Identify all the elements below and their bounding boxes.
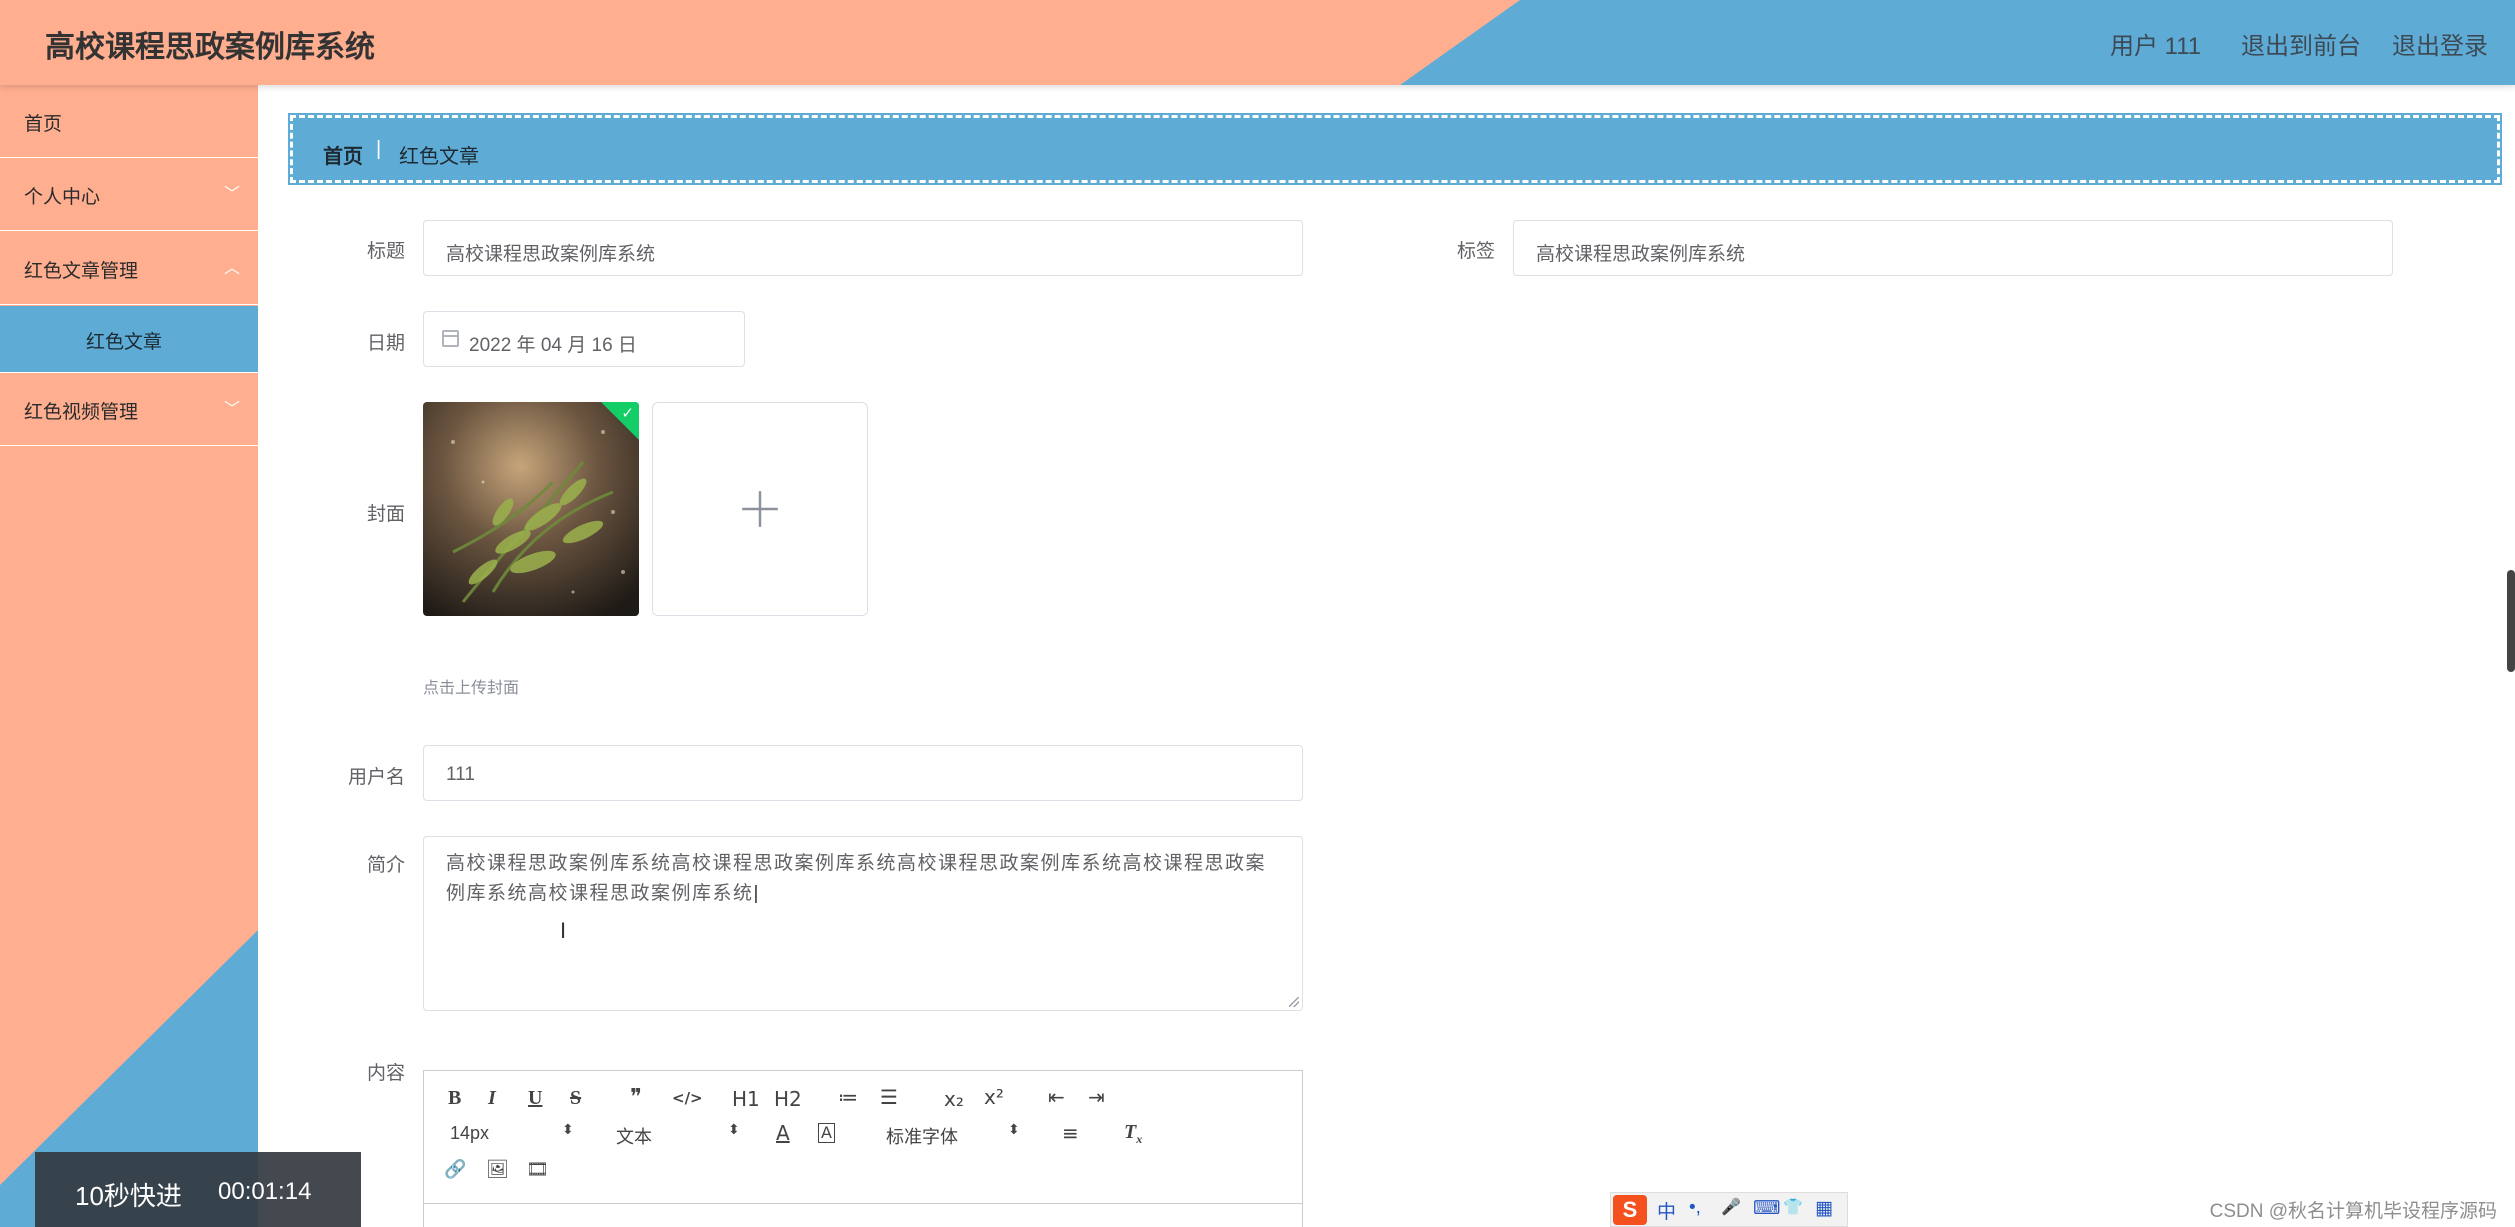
keyboard-icon[interactable]: ⌨	[1753, 1197, 1780, 1220]
apps-icon[interactable]: ▦	[1815, 1197, 1833, 1220]
user-label: 用户 111	[2110, 33, 2202, 60]
microphone-icon[interactable]: 🎤	[1721, 1197, 1741, 1217]
csdn-watermark: CSDN @秋名计算机毕设程序源码	[2209, 1201, 2497, 1222]
italic-icon[interactable]: I	[488, 1087, 496, 1110]
select-arrow-icon: ⬍	[562, 1121, 574, 1137]
skin-icon[interactable]: 👕	[1783, 1197, 1803, 1217]
breadcrumb-current: 红色文章	[399, 146, 479, 168]
sidebar: 首页 个人中心 ﹀ 红色文章管理 ︿ 红色文章 红色视频管理 ﹀	[0, 85, 258, 1227]
align-icon[interactable]: ≡	[1062, 1121, 1079, 1145]
rich-text-editor[interactable]: B I U S ❞ </> H1 H2 ≔ ☰ x₂ x² ⇤ ⇥ 14px ⬍…	[423, 1070, 1303, 1227]
username-input[interactable]: 111	[423, 745, 1303, 801]
breadcrumb-separator: |	[376, 138, 382, 160]
font-size-value: 14px	[450, 1123, 490, 1143]
ime-chinese-mode[interactable]: 中	[1657, 1197, 1676, 1224]
sidebar-item-red-article-mgmt[interactable]: 红色文章管理 ︿	[0, 232, 258, 305]
app-title: 高校课程思政案例库系统	[45, 31, 375, 64]
background-color-icon[interactable]: A	[818, 1123, 835, 1143]
editor-toolbar: B I U S ❞ </> H1 H2 ≔ ☰ x₂ x² ⇤ ⇥ 14px ⬍…	[424, 1071, 1302, 1204]
ime-toolbar: S 中 •, 🎤 ⌨ 👕 ▦	[1610, 1192, 1848, 1227]
h1-icon[interactable]: H1	[732, 1087, 760, 1111]
intro-text: 高校课程思政案例库系统高校课程思政案例库系统高校课程思政案例库系统高校课程思政案…	[446, 853, 1267, 904]
date-value: 2022 年 04 月 16 日	[469, 335, 637, 356]
video-icon[interactable]: 🎞	[526, 1159, 549, 1180]
sidebar-item-label: 红色视频管理	[24, 402, 139, 423]
date-label: 日期	[366, 333, 405, 354]
outdent-icon[interactable]: ⇤	[1048, 1085, 1065, 1109]
playback-time: 00:01:14	[218, 1178, 312, 1205]
plus-icon	[742, 491, 778, 527]
ime-punctuation-icon[interactable]: •,	[1689, 1197, 1701, 1219]
select-arrow-icon: ⬍	[728, 1121, 740, 1137]
sidebar-item-red-article[interactable]: 红色文章	[0, 306, 258, 373]
paragraph-value: 文本	[616, 1127, 652, 1147]
cover-thumbnail[interactable]: ✓	[423, 402, 639, 616]
tag-label: 标签	[1456, 241, 1495, 262]
top-header: 高校课程思政案例库系统 用户 111 退出到前台 退出登录	[0, 0, 2515, 85]
playback-overlay: 10秒快进 00:01:14	[35, 1152, 361, 1227]
font-family-value: 标准字体	[886, 1127, 958, 1147]
breadcrumb-home[interactable]: 首页	[323, 140, 363, 169]
font-family-select[interactable]: 标准字体 ⬍	[886, 1121, 1026, 1149]
check-icon: ✓	[621, 405, 634, 422]
logout-link[interactable]: 退出登录	[2392, 26, 2488, 61]
sidebar-item-label: 个人中心	[24, 187, 101, 208]
ordered-list-icon[interactable]: ≔	[838, 1085, 858, 1109]
title-input[interactable]: 高校课程思政案例库系统	[423, 220, 1303, 276]
h2-icon[interactable]: H2	[774, 1087, 802, 1111]
clear-format-icon[interactable]: Tx	[1124, 1121, 1142, 1147]
strike-icon[interactable]: S	[570, 1087, 581, 1110]
exit-to-front-link[interactable]: 退出到前台	[2241, 26, 2361, 61]
blockquote-icon[interactable]: ❞	[630, 1085, 642, 1110]
text-cursor-icon: I	[560, 918, 567, 943]
chevron-down-icon: ﹀	[223, 401, 240, 418]
tag-input[interactable]: 高校课程思政案例库系统	[1513, 220, 2393, 276]
link-icon[interactable]: 🔗	[444, 1159, 466, 1180]
sidebar-item-label: 红色文章管理	[24, 261, 139, 282]
sidebar-item-red-video-mgmt[interactable]: 红色视频管理 ﹀	[0, 373, 258, 446]
code-icon[interactable]: </>	[672, 1089, 703, 1107]
sogou-logo-icon: S	[1613, 1195, 1647, 1225]
username-label: 用户名	[347, 767, 405, 788]
superscript-icon[interactable]: x²	[984, 1085, 1004, 1109]
scrollbar-thumb[interactable]	[2507, 570, 2515, 672]
cover-label: 封面	[366, 504, 405, 525]
select-arrow-icon: ⬍	[1008, 1121, 1020, 1137]
fast-forward-label: 10秒快进	[75, 1181, 182, 1211]
date-picker[interactable]: 2022 年 04 月 16 日	[423, 311, 745, 367]
sidebar-item-personal-center[interactable]: 个人中心 ﹀	[0, 158, 258, 231]
calendar-icon	[442, 330, 459, 347]
bullet-list-icon[interactable]: ☰	[880, 1085, 898, 1109]
intro-textarea[interactable]: 高校课程思政案例库系统高校课程思政案例库系统高校课程思政案例库系统高校课程思政案…	[423, 836, 1303, 1011]
subscript-icon[interactable]: x₂	[944, 1087, 964, 1111]
indent-icon[interactable]: ⇥	[1088, 1085, 1105, 1109]
text-color-icon[interactable]: A	[776, 1121, 790, 1145]
sidebar-item-label: 首页	[24, 114, 63, 135]
cover-upload-button[interactable]	[652, 402, 868, 616]
bold-icon[interactable]: B	[448, 1087, 461, 1110]
sidebar-item-label: 红色文章	[86, 332, 163, 353]
breadcrumb: 首页 | 红色文章	[288, 113, 2502, 185]
sidebar-item-home[interactable]: 首页	[0, 85, 258, 158]
image-icon[interactable]: 🖼	[486, 1159, 509, 1180]
paragraph-select[interactable]: 文本 ⬍	[616, 1121, 746, 1149]
intro-label: 简介	[366, 855, 405, 876]
chevron-down-icon: ﹀	[223, 186, 240, 203]
cover-upload-hint: 点击上传封面	[423, 680, 520, 697]
content-label: 内容	[366, 1063, 405, 1084]
title-label: 标题	[366, 241, 405, 262]
resize-handle[interactable]	[1289, 997, 1299, 1007]
font-size-select[interactable]: 14px ⬍	[450, 1121, 580, 1144]
chevron-up-icon: ︿	[223, 260, 240, 277]
underline-icon[interactable]: U	[528, 1087, 542, 1110]
